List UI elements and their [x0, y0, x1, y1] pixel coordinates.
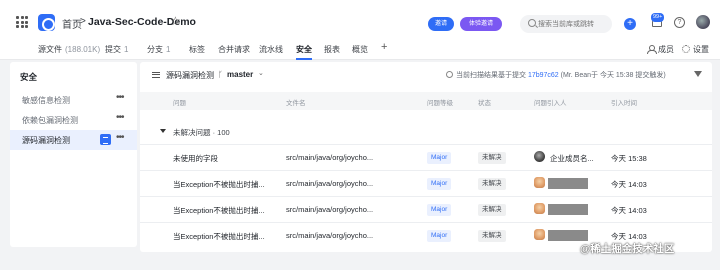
tab-merge-requests[interactable]: 合并请求 [218, 44, 250, 55]
column-header-level: 问题等级 [427, 100, 453, 107]
members-icon[interactable] [647, 45, 657, 54]
active-tab-indicator [296, 58, 312, 60]
column-header-time: 引入时间 [611, 100, 637, 107]
column-header-introducer: 问题引入人 [534, 100, 567, 107]
issue-name[interactable]: 当Exception不被抛出时捕... [173, 179, 281, 190]
group-label: 未解决问题 · 100 [173, 128, 230, 137]
sidebar-item-label: 源码漏洞检测 [22, 136, 70, 145]
tab-source-files[interactable]: 源文件 (188.01K) [38, 44, 100, 55]
sidebar-item-sensitive-info[interactable]: 敏感信息检测 ••• [10, 90, 137, 110]
branch-selector[interactable]: master [227, 70, 253, 79]
sidebar-item-label: 敏感信息检测 [22, 96, 70, 105]
sidebar-item-dependency-scan[interactable]: 依赖包漏洞检测 ••• [10, 110, 137, 130]
settings-link[interactable]: 设置 [693, 44, 709, 55]
search-icon [528, 19, 536, 27]
table-row[interactable]: 当Exception不被抛出时捕... src/main/java/org/jo… [140, 196, 712, 222]
level-badge: Major [427, 152, 452, 164]
sidebar-title: 安全 [20, 72, 38, 82]
sidebar-item-label: 依赖包漏洞检测 [22, 116, 78, 125]
breadcrumb-separator: > [80, 16, 86, 27]
menu-icon[interactable] [152, 72, 160, 78]
avatar [534, 229, 545, 240]
tab-commits[interactable]: 提交 1 [105, 44, 128, 55]
watermark: @稀土掘金技术社区 [580, 243, 675, 255]
search-input[interactable] [538, 18, 610, 30]
gear-icon[interactable] [682, 45, 690, 53]
group-row-unresolved[interactable]: 未解决问题 · 100 [140, 124, 712, 142]
caret-down-icon[interactable] [160, 129, 166, 133]
issue-name[interactable]: 当Exception不被抛出时捕... [173, 231, 281, 242]
level-badge: Major [427, 204, 452, 216]
file-path[interactable]: src/main/java/org/joycho... [286, 205, 401, 214]
tab-overview[interactable]: 概览 [352, 44, 368, 55]
redacted-name [548, 204, 588, 215]
level-badge: Major [427, 230, 452, 242]
app-logo[interactable] [38, 14, 55, 31]
tab-branches[interactable]: 分支 1 [147, 44, 170, 55]
help-icon[interactable]: ? [674, 17, 685, 28]
avatar [534, 177, 545, 188]
table-row[interactable]: 当Exception不被抛出时捕... src/main/java/org/jo… [140, 170, 712, 196]
status-badge[interactable]: 未解决 [478, 178, 506, 190]
avatar [534, 151, 545, 162]
issue-name[interactable]: 未使用的字段 [173, 153, 281, 164]
notification-badge: 99+ [651, 13, 665, 22]
level-badge: Major [427, 178, 452, 190]
branch-icon: ᚴ [218, 70, 223, 79]
table-header: 问题 文件名 问题等级 状态 问题引入人 引入时间 [140, 92, 712, 110]
status-badge[interactable]: 未解决 [478, 152, 506, 164]
invite-button[interactable]: 邀请 [428, 17, 454, 31]
introduced-time: 今天 14:03 [611, 206, 647, 215]
introduced-time: 今天 14:03 [611, 180, 647, 189]
more-icon[interactable]: ••• [116, 92, 124, 103]
column-header-status: 状态 [478, 100, 491, 107]
file-path[interactable]: src/main/java/org/joycho... [286, 153, 401, 162]
status-badge[interactable]: 未解决 [478, 230, 506, 242]
results-toolbar: 源码漏洞检测 ᚴ master ⌄ 当前扫描结果基于提交 17b97c62 (M… [140, 62, 712, 88]
tab-security[interactable]: 安全 [296, 44, 312, 55]
breadcrumb-home[interactable]: 首页 [62, 16, 82, 31]
flag-icon [100, 134, 111, 145]
chevron-down-icon[interactable]: ⌄ [258, 69, 264, 77]
scan-info: 当前扫描结果基于提交 17b97c62 (Mr. Bean于 今天 15:38 … [446, 70, 666, 80]
star-icon[interactable]: ☆ [170, 14, 181, 28]
file-path[interactable]: src/main/java/org/joycho... [286, 231, 401, 240]
members-link[interactable]: 成员 [658, 44, 674, 55]
repo-tabs: 源文件 (188.01K) 提交 1 分支 1 标签 合并请求 流水线 安全 报表 概… [0, 38, 720, 60]
tab-reports[interactable]: 报表 [324, 44, 340, 55]
more-icon[interactable]: ••• [116, 132, 124, 143]
search-box[interactable] [520, 15, 612, 33]
table-row[interactable]: 未使用的字段 src/main/java/org/joycho... Major… [140, 144, 712, 170]
filter-icon[interactable] [694, 71, 702, 77]
more-icon[interactable]: ••• [116, 112, 124, 123]
app-grid-icon[interactable] [16, 16, 28, 28]
scan-results-panel: 源码漏洞检测 ᚴ master ⌄ 当前扫描结果基于提交 17b97c62 (M… [140, 62, 712, 252]
redacted-name [548, 178, 588, 189]
tab-pipelines[interactable]: 流水线 [259, 44, 283, 55]
commit-link[interactable]: 17b97c62 [528, 72, 559, 79]
issue-name[interactable]: 当Exception不被抛出时捕... [173, 205, 281, 216]
tab-tags[interactable]: 标签 [189, 44, 205, 55]
file-path[interactable]: src/main/java/org/joycho... [286, 179, 401, 188]
sidebar-item-source-scan[interactable]: 源码漏洞检测 ••• [10, 130, 137, 150]
security-sidebar: 安全 敏感信息检测 ••• 依赖包漏洞检测 ••• 源码漏洞检测 ••• [10, 62, 137, 247]
user-avatar[interactable] [696, 15, 710, 29]
add-tab-icon[interactable]: + [381, 41, 387, 53]
introduced-time: 今天 15:38 [611, 154, 647, 163]
introducer-name: 企业成员名... [550, 154, 594, 163]
history-icon [446, 71, 453, 78]
create-plus-button[interactable]: + [624, 18, 636, 30]
avatar [534, 203, 545, 214]
column-header-file: 文件名 [286, 100, 306, 107]
experience-invite-button[interactable]: 体验邀请 [460, 17, 502, 31]
redacted-name [548, 230, 588, 241]
results-title: 源码漏洞检测 [166, 71, 214, 80]
column-header-issue: 问题 [173, 100, 186, 107]
status-badge[interactable]: 未解决 [478, 204, 506, 216]
